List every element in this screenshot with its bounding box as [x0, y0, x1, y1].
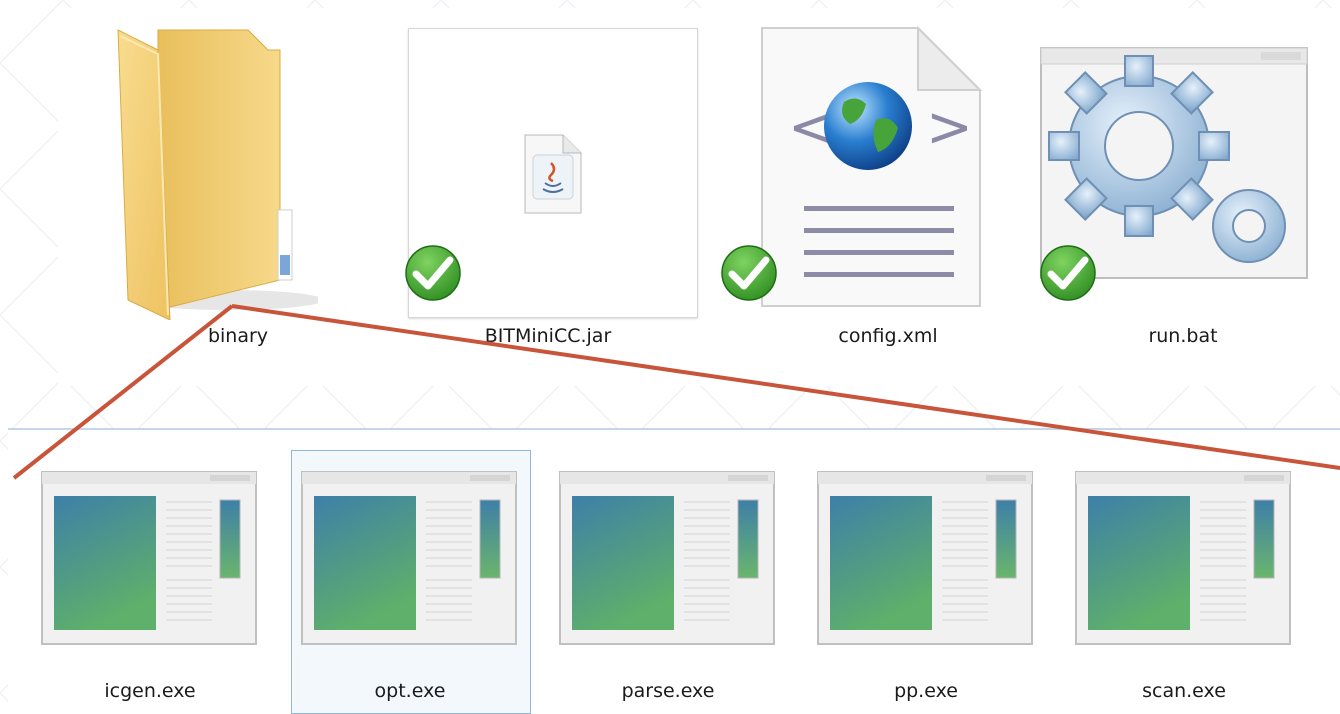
exe-window-icon: [301, 471, 517, 645]
file-name-bitminicc-jar: BITMiniCC.jar: [484, 325, 612, 347]
file-name-config-xml: config.xml: [838, 325, 938, 347]
file-item-scan-exe[interactable]: scan.exe: [1074, 470, 1294, 710]
file-item-icgen-exe[interactable]: icgen.exe: [40, 470, 260, 710]
file-name-run-bat: run.bat: [1148, 325, 1218, 347]
file-name-parse-exe: parse.exe: [621, 680, 715, 702]
exe-window-icon: [1075, 471, 1291, 645]
file-name-pp-exe: pp.exe: [894, 680, 958, 702]
sync-check-icon: [1040, 245, 1096, 301]
java-jar-icon: [524, 134, 582, 214]
file-item-config-xml[interactable]: < > config.xml: [718, 8, 1018, 378]
exe-window-icon: [817, 471, 1033, 645]
file-name-scan-exe: scan.exe: [1142, 680, 1226, 702]
file-name-opt-exe: opt.exe: [374, 680, 446, 702]
file-item-run-bat[interactable]: run.bat: [1033, 8, 1333, 378]
file-item-parse-exe[interactable]: parse.exe: [558, 470, 778, 710]
folder-icon: [117, 29, 318, 320]
file-name-icgen-exe: icgen.exe: [104, 680, 196, 702]
file-view-top: binary BITMiniCC.jar < > config.xml run.…: [58, 8, 1340, 386]
exe-window-icon: [41, 471, 257, 645]
file-item-binary[interactable]: binary: [58, 8, 318, 378]
file-item-bitminicc-jar[interactable]: BITMiniCC.jar: [398, 8, 698, 378]
sync-check-icon: [405, 245, 461, 301]
sync-check-icon: [721, 245, 777, 301]
file-name-binary: binary: [207, 325, 269, 347]
file-item-pp-exe[interactable]: pp.exe: [816, 470, 1036, 710]
xml-document-icon: < >: [761, 25, 983, 307]
svg-text:>: >: [926, 95, 973, 160]
file-item-opt-exe[interactable]: opt.exe: [300, 470, 520, 710]
exe-window-icon: [559, 471, 775, 645]
file-view-bottom: icgen.exe opt.exe parse.exe pp.exe scan.…: [8, 428, 1340, 714]
